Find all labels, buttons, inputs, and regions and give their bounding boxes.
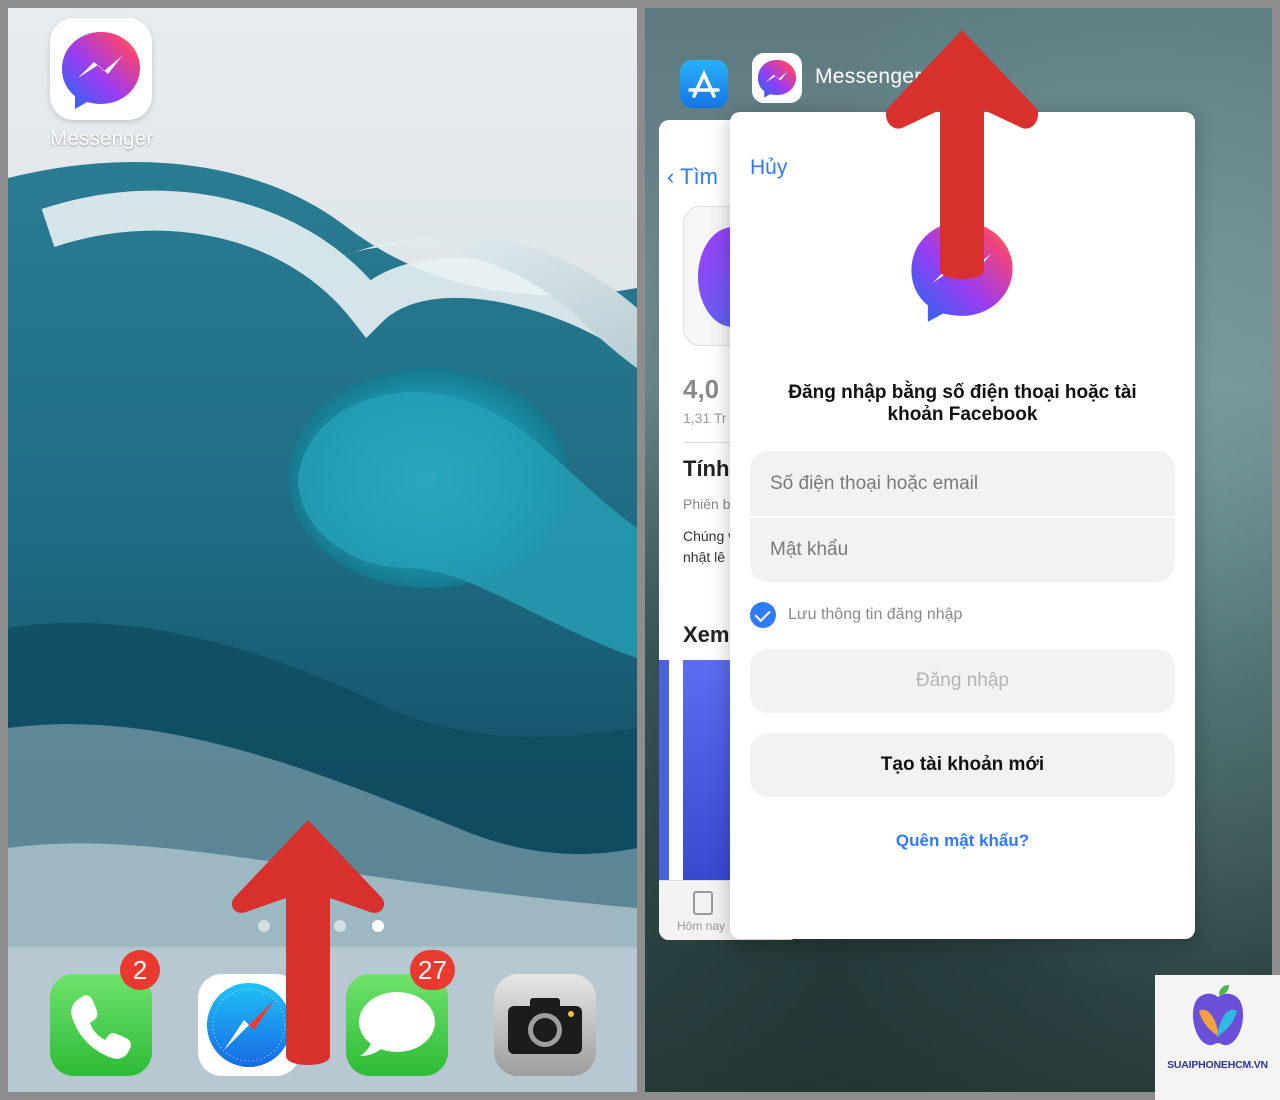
messenger-logo-icon bbox=[62, 32, 140, 109]
screenshot-frame: Messenger 2 27 Messenger ‹ Tìm 4,0 1,31 … bbox=[0, 0, 1280, 1100]
phone-notification-badge: 2 bbox=[120, 950, 160, 990]
camera-app-icon[interactable] bbox=[494, 974, 596, 1076]
messages-notification-badge: 27 bbox=[410, 950, 455, 990]
today-tab-icon bbox=[693, 891, 713, 915]
swipe-up-arrow-icon bbox=[231, 820, 385, 1065]
messenger-mini-icon bbox=[752, 53, 802, 103]
watermark: SUAIPHONEHCM.VN bbox=[1155, 975, 1280, 1100]
app-rating: 4,0 bbox=[683, 374, 720, 404]
watermark-text: SUAIPHONEHCM.VN bbox=[1167, 1059, 1268, 1071]
messenger-logo-icon bbox=[757, 59, 797, 98]
app-store-mini-icon bbox=[680, 60, 728, 108]
apple-book-logo-icon bbox=[1192, 985, 1244, 1046]
forgot-password-link[interactable]: Quên mật khẩu? bbox=[730, 831, 1195, 851]
save-login-toggle[interactable]: Lưu thông tin đăng nhập bbox=[750, 602, 962, 628]
checkmark-icon[interactable] bbox=[750, 602, 776, 628]
section2-title: Xem bbox=[683, 622, 730, 647]
app-store-a-icon bbox=[688, 69, 720, 98]
messenger-app-label: Messenger bbox=[50, 128, 154, 150]
save-login-label: Lưu thông tin đăng nhập bbox=[788, 606, 963, 623]
phone-or-email-input[interactable] bbox=[750, 451, 1175, 516]
back-button[interactable]: ‹ Tìm bbox=[667, 164, 718, 190]
password-input[interactable] bbox=[750, 517, 1175, 582]
section-title: Tính bbox=[683, 456, 730, 481]
section-subtitle: Phiên b bbox=[683, 496, 731, 512]
back-label: Tìm bbox=[680, 164, 718, 189]
screenshot-preview bbox=[659, 660, 669, 880]
camera-lens-icon bbox=[508, 998, 582, 1054]
messenger-app-icon[interactable] bbox=[50, 18, 152, 120]
credentials-group bbox=[750, 451, 1175, 582]
login-title: Đăng nhập bằng số điện thoại hoặc tài kh… bbox=[788, 382, 1137, 425]
login-button[interactable]: Đăng nhập bbox=[750, 649, 1175, 713]
today-tab-label[interactable]: Hôm nay bbox=[677, 919, 725, 933]
rating-count: 1,31 Tr bbox=[683, 410, 727, 426]
create-account-button[interactable]: Tạo tài khoản mới bbox=[750, 733, 1175, 797]
cancel-button[interactable]: Hủy bbox=[750, 156, 787, 180]
swipe-up-arrow-icon bbox=[885, 30, 1039, 279]
